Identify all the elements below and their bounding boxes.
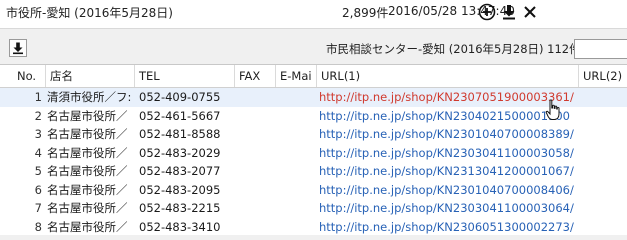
download-button[interactable]: [9, 39, 27, 57]
url-link[interactable]: http://itp.ne.jp/shop/KN2307051900003361…: [319, 88, 577, 107]
column-header-fax[interactable]: FAX: [235, 65, 276, 87]
url-link[interactable]: http://itp.ne.jp/shop/KN2304021500001100: [319, 107, 577, 126]
shop-name: 名古屋市役所／: [47, 164, 128, 178]
close-icon[interactable]: [521, 3, 539, 21]
url-link[interactable]: http://itp.ne.jp/shop/KN2306051300002273…: [319, 218, 577, 237]
column-header-url1[interactable]: URL(1): [317, 65, 579, 87]
phone-number: 052-409-0755: [139, 90, 221, 104]
row-number: 4: [34, 145, 42, 160]
url-link[interactable]: http://itp.ne.jp/shop/KN2303041100003064…: [319, 199, 577, 218]
phone-number: 052-481-8588: [139, 127, 221, 141]
row-number: 5: [34, 164, 42, 178]
table-row[interactable]: 3 名古屋市役所／ 052-481-8588 http://itp.ne.jp/…: [0, 125, 627, 144]
phone-number: 052-483-3410: [139, 219, 221, 234]
results-table: No. 店名 TEL FAX E-Mai URL(1) URL(2) 1 清須市…: [0, 64, 627, 235]
url-link[interactable]: http://itp.ne.jp/shop/KN2301040700008389…: [319, 125, 577, 144]
phone-number: 052-483-2095: [139, 182, 221, 197]
add-circle-icon[interactable]: [478, 3, 496, 21]
shop-name: 名古屋市役所／: [47, 219, 128, 234]
row-number: 8: [34, 219, 42, 234]
row-number: 6: [34, 182, 42, 197]
toolbar: 市民相談センター-愛知 (2016年5月28日) 112件: [0, 36, 627, 60]
table-row[interactable]: 4 名古屋市役所／ 052-483-2029 http://itp.ne.jp/…: [0, 144, 627, 163]
phone-number: 052-461-5667: [139, 108, 221, 123]
table-row[interactable]: 1 清須市役所／フ: 052-409-0755 http://itp.ne.jp…: [0, 88, 627, 107]
row-number: 2: [34, 108, 42, 123]
row-number: 3: [34, 127, 42, 141]
shop-name: 清須市役所／フ:: [47, 90, 132, 104]
shop-name: 名古屋市役所／: [47, 182, 128, 197]
column-header-name[interactable]: 店名: [46, 65, 135, 87]
download-icon[interactable]: [500, 3, 518, 21]
row-number: 1: [34, 90, 42, 104]
hand-cursor-icon: [545, 99, 560, 120]
row-number: 7: [34, 201, 42, 215]
phone-number: 052-483-2215: [139, 201, 221, 215]
url-link[interactable]: http://itp.ne.jp/shop/KN2303041100003058…: [319, 144, 577, 163]
download-icon: [13, 42, 23, 55]
record-count: 2,899件: [342, 6, 389, 20]
shop-name: 名古屋市役所／: [47, 145, 128, 160]
table-row[interactable]: 6 名古屋市役所／ 052-483-2095 http://itp.ne.jp/…: [0, 181, 627, 200]
search-input[interactable]: [574, 39, 627, 59]
table-row[interactable]: 7 名古屋市役所／ 052-483-2215 http://itp.ne.jp/…: [0, 199, 627, 218]
column-header-url2[interactable]: URL(2): [579, 65, 627, 87]
url-link[interactable]: http://itp.ne.jp/shop/KN2301040700008406…: [319, 181, 577, 200]
table-body: 1 清須市役所／フ: 052-409-0755 http://itp.ne.jp…: [0, 88, 627, 236]
shop-name: 名古屋市役所／: [47, 127, 128, 141]
list-info: 市民相談センター-愛知 (2016年5月28日) 112件: [326, 42, 581, 56]
column-header-no[interactable]: No.: [0, 65, 46, 87]
table-row[interactable]: 2 名古屋市役所／ 052-461-5667 http://itp.ne.jp/…: [0, 107, 627, 126]
phone-number: 052-483-2077: [139, 164, 221, 178]
table-header: No. 店名 TEL FAX E-Mai URL(1) URL(2): [0, 65, 627, 88]
table-row[interactable]: 5 名古屋市役所／ 052-483-2077 http://itp.ne.jp/…: [0, 162, 627, 181]
phone-number: 052-483-2029: [139, 145, 221, 160]
record-title: 市役所-愛知 (2016年5月28日): [6, 6, 173, 20]
record-bar: 市役所-愛知 (2016年5月28日) 2,899件 2016/05/28 13…: [0, 0, 627, 29]
column-header-tel[interactable]: TEL: [135, 65, 235, 87]
shop-name: 名古屋市役所／: [47, 201, 128, 215]
url-link[interactable]: http://itp.ne.jp/shop/KN2313041200001067…: [319, 162, 577, 181]
table-row[interactable]: 8 名古屋市役所／ 052-483-3410 http://itp.ne.jp/…: [0, 218, 627, 237]
shop-name: 名古屋市役所／: [47, 108, 128, 123]
column-header-email[interactable]: E-Mai: [276, 65, 317, 87]
